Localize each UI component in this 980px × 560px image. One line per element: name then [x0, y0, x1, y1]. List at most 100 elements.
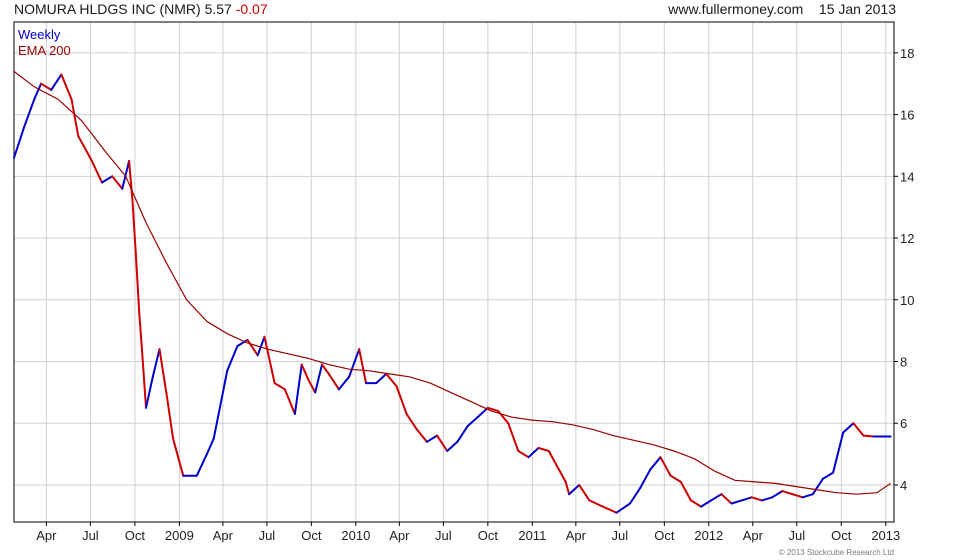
weekly-segment	[689, 499, 703, 508]
weekly-segment	[507, 422, 520, 452]
weekly-segment	[710, 493, 723, 502]
legend-weekly: Weekly	[18, 27, 61, 42]
weekly-segment	[547, 450, 560, 471]
weekly-segment	[283, 388, 296, 415]
weekly-segment	[862, 434, 875, 438]
weekly-segment	[761, 496, 774, 502]
weekly-segment	[138, 311, 144, 360]
weekly-segment	[263, 335, 276, 385]
weekly-segment	[219, 369, 229, 406]
weekly-segment	[629, 487, 642, 505]
x-tick-label: Oct	[301, 528, 322, 543]
weekly-segment	[771, 490, 784, 499]
weekly-segment	[720, 493, 733, 505]
weekly-segment	[649, 456, 662, 471]
weekly-segment	[601, 505, 618, 514]
weekly-segment	[578, 484, 591, 502]
y-tick-label: 6	[900, 416, 907, 431]
x-tick-label: Apr	[36, 528, 57, 543]
weekly-segment	[740, 496, 753, 502]
weekly-segment	[527, 446, 540, 459]
x-tick-label: Oct	[831, 528, 852, 543]
weekly-segment	[568, 484, 581, 496]
y-tick-label: 12	[900, 231, 914, 246]
copyright: © 2013 Stockcube Research Ltd	[778, 548, 894, 557]
x-tick-label: 2012	[694, 528, 723, 543]
x-tick-label: Apr	[743, 528, 764, 543]
x-tick-label: Oct	[478, 528, 499, 543]
weekly-segment	[791, 493, 804, 499]
weekly-segment	[13, 125, 26, 159]
weekly-segment	[77, 135, 87, 150]
weekly-segment	[128, 159, 134, 202]
series	[13, 70, 892, 514]
weekly-segment	[358, 348, 367, 385]
weekly-segment	[497, 409, 510, 425]
weekly-segment	[111, 175, 124, 190]
weekly-segment	[415, 428, 428, 443]
weekly-segment	[730, 499, 743, 505]
weekly-segment	[811, 477, 824, 496]
weekly-segment	[405, 413, 418, 431]
x-tick-label: 2010	[341, 528, 370, 543]
weekly-segment	[456, 425, 469, 443]
weekly-segment	[121, 159, 131, 190]
weekly-segment	[537, 446, 550, 452]
weekly-segment	[212, 403, 222, 440]
weekly-segment	[300, 363, 310, 381]
weekly-segment	[101, 175, 114, 184]
weekly-segment	[165, 391, 175, 440]
ema-200-line	[13, 70, 891, 495]
weekly-segment	[314, 363, 323, 394]
weekly-segment	[226, 345, 239, 372]
x-tick-label: 2013	[871, 528, 900, 543]
x-tick-label: Jul	[789, 528, 806, 543]
weekly-segment	[615, 502, 631, 514]
weekly-segment	[564, 480, 571, 496]
weekly-segment	[293, 363, 303, 415]
legend-ema: EMA 200	[18, 43, 71, 58]
y-tick-label: 10	[900, 293, 914, 308]
weekly-segment	[33, 82, 43, 101]
weekly-segment	[801, 493, 814, 499]
x-tick-label: Oct	[125, 528, 146, 543]
weekly-segment	[205, 437, 215, 456]
weekly-segment	[517, 450, 530, 459]
x-tick-label: Jul	[435, 528, 452, 543]
plot-frame	[13, 21, 895, 523]
y-axis: 4 6 8 10 12 14 16 18	[894, 46, 914, 493]
weekly-segment	[50, 73, 63, 91]
grid	[14, 22, 894, 522]
weekly-segment	[669, 474, 682, 483]
weekly-segment	[172, 437, 185, 477]
x-tick-label: Apr	[566, 528, 587, 543]
weekly-segment	[466, 416, 479, 428]
weekly-segment	[90, 159, 103, 184]
weekly-segment	[327, 372, 340, 391]
y-tick-label: 18	[900, 46, 914, 61]
weekly-segment	[436, 434, 449, 452]
weekly-segment	[348, 348, 361, 378]
x-tick-label: Jul	[612, 528, 629, 543]
y-tick-label: 8	[900, 355, 907, 370]
x-tick-label: Jul	[82, 528, 99, 543]
weekly-segment	[821, 471, 835, 480]
weekly-segment	[557, 468, 567, 483]
x-tick-label: 2009	[165, 528, 194, 543]
weekly-segment	[700, 499, 713, 508]
weekly-segment	[395, 385, 408, 415]
weekly-segment	[446, 440, 459, 452]
y-tick-label: 14	[900, 169, 914, 184]
x-axis: Apr Jul Oct 2009 Apr Jul Oct 2010 Apr Jul Oct 2011 A…	[36, 522, 900, 543]
weekly-segment	[852, 422, 865, 437]
x-tick-label: Oct	[654, 528, 675, 543]
x-tick-label: Jul	[259, 528, 276, 543]
weekly-segment	[23, 98, 36, 128]
x-tick-label: Apr	[389, 528, 410, 543]
y-tick-label: 16	[900, 108, 914, 123]
weekly-segment	[321, 363, 330, 375]
x-tick-label: 2011	[518, 528, 546, 543]
x-tick-label: Apr	[213, 528, 234, 543]
weekly-segment	[246, 338, 259, 357]
weekly-segment	[141, 357, 147, 409]
